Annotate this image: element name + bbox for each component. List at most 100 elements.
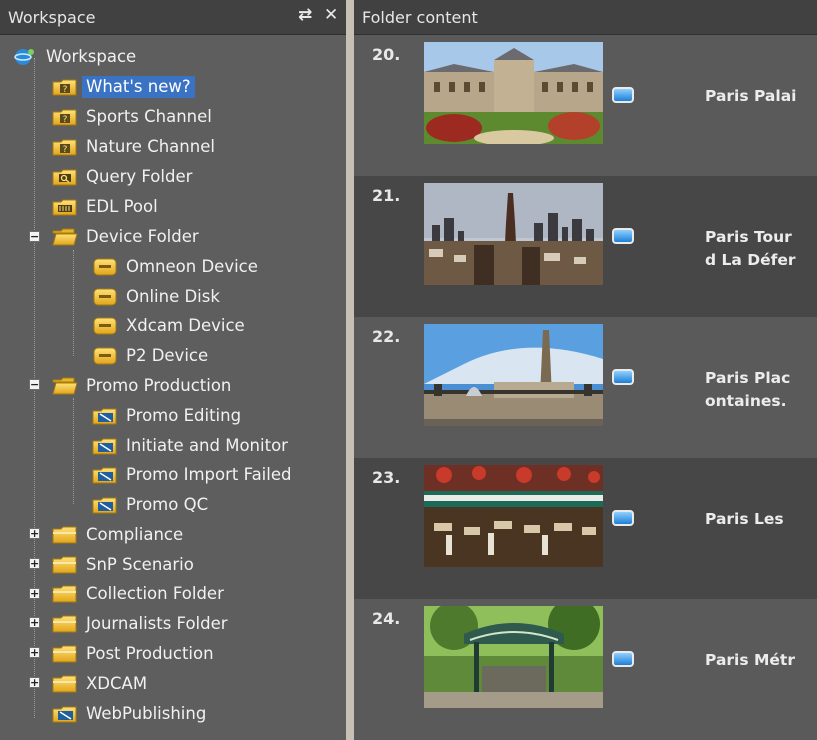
folder-content-panel: Folder content 20. Paris Palai 21. Paris… <box>354 0 817 740</box>
special-folder-icon: ? <box>52 79 77 96</box>
tree-node-label: Omneon Device <box>126 257 258 276</box>
app-window: Workspace ⇄ ✕ Workspace ? What's new? ? … <box>0 0 817 740</box>
tree-node-label: Workspace <box>46 47 137 66</box>
expand-toggle[interactable]: + <box>29 558 40 569</box>
tree-node-label: Promo QC <box>126 495 209 514</box>
tree-node-workspace[interactable]: Workspace <box>12 44 140 70</box>
content-row[interactable]: 21. Paris Tour d La Défer <box>354 176 817 317</box>
row-title-line: Paris Tour <box>705 228 792 246</box>
special-folder-icon: ? <box>52 109 77 126</box>
tree-node-collection-folder[interactable]: Collection Folder <box>52 581 228 607</box>
clip-status-icon[interactable] <box>612 369 634 385</box>
tree-node-online-disk[interactable]: Online Disk <box>92 284 224 310</box>
clip-status-icon[interactable] <box>612 651 634 667</box>
obelisk-thumbnail[interactable] <box>424 324 603 426</box>
workspace-panel-title: Workspace <box>8 8 96 27</box>
open-folder-icon <box>52 377 78 395</box>
row-number: 21. <box>372 186 401 205</box>
tree-node-xdcam-device[interactable]: Xdcam Device <box>92 313 249 339</box>
content-row[interactable]: 23. Paris Les <box>354 458 817 599</box>
tree-node-compliance[interactable]: Compliance <box>52 522 187 548</box>
workflow-folder-icon <box>92 438 117 455</box>
row-title-line: d La Défer <box>705 251 796 269</box>
tree-node-nature-channel[interactable]: ? Nature Channel <box>52 134 219 160</box>
expand-toggle[interactable]: + <box>29 647 40 658</box>
svg-text:?: ? <box>63 85 68 95</box>
row-title-line: Paris Métr <box>705 651 795 669</box>
tree-node-label: Promo Editing <box>126 406 242 425</box>
expand-toggle[interactable]: + <box>29 677 40 688</box>
tree-node-edl-pool[interactable]: EDL Pool <box>52 194 162 220</box>
tree-node-promo-qc[interactable]: Promo QC <box>92 492 212 518</box>
expand-toggle[interactable]: + <box>29 528 40 539</box>
tree-node-label: Xdcam Device <box>126 316 245 335</box>
tree-node-label: Compliance <box>86 525 184 544</box>
expand-toggle[interactable]: + <box>29 617 40 628</box>
tree-node-xdcam[interactable]: XDCAM <box>52 671 151 697</box>
tree-node-label: EDL Pool <box>86 197 158 216</box>
clip-status-icon[interactable] <box>612 87 634 103</box>
tree-node-label: Online Disk <box>126 287 220 306</box>
folder-icon <box>52 585 77 603</box>
skyline-thumbnail[interactable] <box>424 183 603 285</box>
tree-node-promo-import-failed[interactable]: Promo Import Failed <box>92 462 295 488</box>
row-title-line: Paris Les <box>705 510 784 528</box>
tree-node-post-production[interactable]: Post Production <box>52 641 218 667</box>
clip-status-icon[interactable] <box>612 228 634 244</box>
row-title: Paris Plac ontaines. <box>705 367 817 413</box>
workflow-folder-icon <box>92 467 117 484</box>
workflow-folder-icon <box>92 497 117 514</box>
clip-status-icon[interactable] <box>612 510 634 526</box>
tree-node-webpublishing[interactable]: WebPublishing <box>52 701 210 727</box>
tree-node-label: WebPublishing <box>86 704 207 723</box>
device-icon <box>93 317 117 335</box>
tree-connector <box>73 398 74 504</box>
tree-node-omneon-device[interactable]: Omneon Device <box>92 254 262 280</box>
row-title: Paris Palai <box>705 85 817 108</box>
content-row[interactable]: 20. Paris Palai <box>354 35 817 176</box>
expand-toggle[interactable]: + <box>29 588 40 599</box>
row-number: 23. <box>372 468 401 487</box>
palace-thumbnail[interactable] <box>424 42 603 144</box>
row-title: Paris Métr <box>705 649 817 672</box>
folder-content-title: Folder content <box>362 8 478 27</box>
panel-splitter[interactable] <box>346 0 354 740</box>
device-icon <box>93 288 117 306</box>
tree-node-whats-new[interactable]: ? What's new? <box>52 74 195 100</box>
workspace-globe-icon <box>14 49 34 65</box>
tree-node-journalists-folder[interactable]: Journalists Folder <box>52 611 232 637</box>
tree-node-label: Post Production <box>86 644 214 663</box>
svg-text:?: ? <box>63 145 68 155</box>
tree-node-label: Promo Import Failed <box>126 465 292 484</box>
content-row[interactable]: 22. Paris Plac ontaines. <box>354 317 817 458</box>
collapse-toggle[interactable]: − <box>29 231 40 242</box>
tree-node-label: Query Folder <box>86 167 193 186</box>
tree-node-label: XDCAM <box>86 674 148 693</box>
special-folder-icon: ? <box>52 139 77 156</box>
tree-node-snp-scenario[interactable]: SnP Scenario <box>52 552 198 578</box>
cafe-thumbnail[interactable] <box>424 465 603 567</box>
tree-node-promo-editing[interactable]: Promo Editing <box>92 403 245 429</box>
workflow-folder-icon <box>52 706 77 723</box>
refresh-icon[interactable]: ⇄ <box>298 5 312 25</box>
folder-icon <box>52 675 77 693</box>
tree-node-label: What's new? <box>82 76 195 98</box>
device-icon <box>93 258 117 276</box>
tree-node-label: P2 Device <box>126 346 209 365</box>
row-title: Paris Les <box>705 508 817 531</box>
tree-connector <box>73 250 74 356</box>
close-icon[interactable]: ✕ <box>324 5 338 25</box>
tree-node-p2-device[interactable]: P2 Device <box>92 343 212 369</box>
row-number: 22. <box>372 327 401 346</box>
workflow-folder-icon <box>92 408 117 425</box>
tree-node-device-folder[interactable]: Device Folder <box>52 224 203 250</box>
tree-node-label: Journalists Folder <box>86 614 228 633</box>
collapse-toggle[interactable]: − <box>29 379 40 390</box>
open-folder-icon <box>52 228 78 246</box>
tree-node-query-folder[interactable]: Query Folder <box>52 164 196 190</box>
metro-thumbnail[interactable] <box>424 606 603 708</box>
tree-node-promo-production[interactable]: Promo Production <box>52 373 235 399</box>
tree-node-sports-channel[interactable]: ? Sports Channel <box>52 104 216 130</box>
tree-node-initiate-and-monitor[interactable]: Initiate and Monitor <box>92 433 292 459</box>
content-row[interactable]: 24. Paris Métr <box>354 599 817 740</box>
